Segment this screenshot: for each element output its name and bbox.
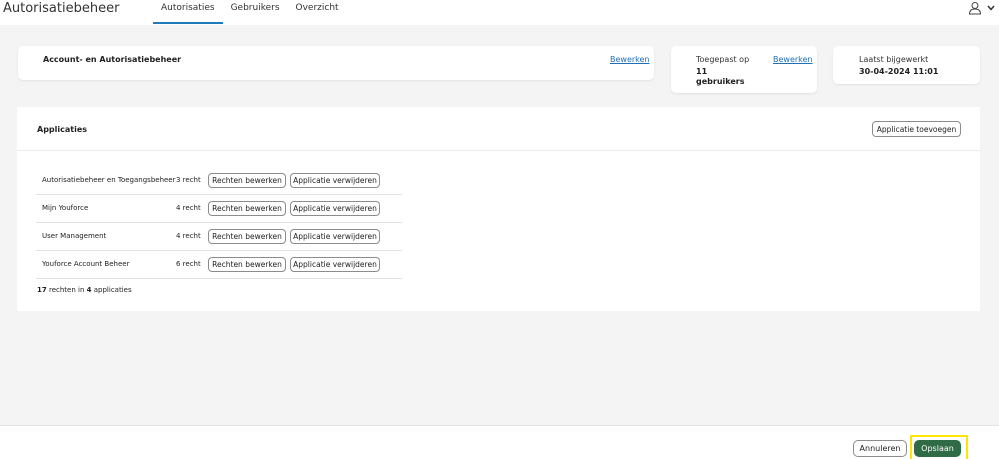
application-row: Autorisatiebeheer en Toegangsbeheer 3 re…: [36, 167, 402, 195]
user-icon[interactable]: [968, 1, 982, 15]
edit-rights-button[interactable]: Rechten bewerken: [208, 201, 286, 216]
app-title: Autorisatiebeheer: [3, 1, 120, 16]
applications-title: Applicaties: [37, 125, 88, 134]
user-menu[interactable]: [968, 0, 995, 16]
application-name: User Management: [42, 232, 107, 240]
remove-application-button[interactable]: Applicatie verwijderen: [290, 201, 380, 216]
add-application-button[interactable]: Applicatie toevoegen: [872, 121, 961, 137]
application-name: Mijn Youforce: [42, 204, 89, 212]
applied-count: 11: [696, 67, 708, 76]
cancel-button[interactable]: Annuleren: [853, 440, 907, 457]
remove-application-button[interactable]: Applicatie verwijderen: [290, 257, 380, 272]
application-name: Youforce Account Beheer: [42, 260, 130, 268]
applications-header: Applicaties Applicatie toevoegen: [17, 107, 980, 151]
rights-summary: 17 rechten in 4 applicaties: [37, 286, 132, 294]
application-rights-count: 3 recht: [176, 176, 201, 184]
tab-gebruikers[interactable]: Gebruikers: [223, 0, 288, 25]
application-row: Mijn Youforce 4 recht Rechten bewerken A…: [36, 195, 402, 223]
tab-overzicht[interactable]: Overzicht: [288, 0, 347, 25]
application-name: Autorisatiebeheer en Toegangsbeheer: [42, 176, 176, 184]
applied-card: Toegepast op 11 gebruikers Bewerken: [671, 46, 817, 93]
applications-panel: Applicaties Applicatie toevoegen Autoris…: [17, 107, 980, 311]
remove-application-button[interactable]: Applicatie verwijderen: [290, 173, 380, 188]
edit-rights-button[interactable]: Rechten bewerken: [208, 257, 286, 272]
edit-rights-button[interactable]: Rechten bewerken: [208, 173, 286, 188]
updated-label: Laatst bijgewerkt: [859, 55, 929, 64]
tab-autorisaties[interactable]: Autorisaties: [153, 0, 223, 25]
applied-label: Toegepast op: [696, 55, 750, 64]
tab-bar: Autorisaties Gebruikers Overzicht: [153, 0, 347, 25]
applications-total: 4: [86, 286, 92, 294]
summary-edit-link[interactable]: Bewerken: [610, 55, 650, 64]
applications-text: applicaties: [93, 286, 132, 294]
application-rights-count: 4 recht: [176, 204, 201, 212]
application-row: Youforce Account Beheer 6 recht Rechten …: [36, 251, 402, 279]
rights-total: 17: [37, 286, 47, 294]
save-button[interactable]: Opslaan: [914, 440, 961, 457]
edit-rights-button[interactable]: Rechten bewerken: [208, 229, 286, 244]
applied-edit-link[interactable]: Bewerken: [773, 55, 813, 64]
rights-text: rechten in: [48, 286, 85, 294]
applied-unit: gebruikers: [696, 77, 745, 86]
application-rights-count: 6 recht: [176, 260, 201, 268]
updated-card: Laatst bijgewerkt 30-04-2024 11:01: [833, 46, 980, 84]
chevron-down-icon[interactable]: [987, 5, 995, 11]
footer-bar: Annuleren Opslaan: [0, 425, 999, 459]
top-bar: Autorisatiebeheer Autorisaties Gebruiker…: [0, 0, 999, 25]
updated-value: 30-04-2024 11:01: [859, 67, 939, 76]
remove-application-button[interactable]: Applicatie verwijderen: [290, 229, 380, 244]
application-rights-count: 4 recht: [176, 232, 201, 240]
summary-title: Account- en Autorisatiebeheer: [43, 55, 182, 64]
application-row: User Management 4 recht Rechten bewerken…: [36, 223, 402, 251]
summary-card: Account- en Autorisatiebeheer Bewerken: [18, 46, 654, 80]
